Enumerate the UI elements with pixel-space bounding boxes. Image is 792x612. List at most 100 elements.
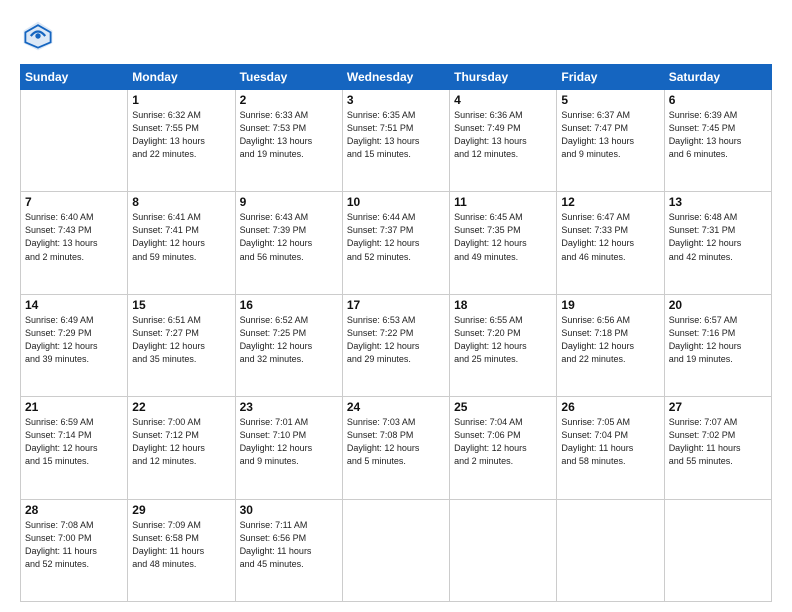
day-info: Sunrise: 7:05 AM Sunset: 7:04 PM Dayligh… bbox=[561, 416, 659, 468]
day-info: Sunrise: 7:07 AM Sunset: 7:02 PM Dayligh… bbox=[669, 416, 767, 468]
day-header-thursday: Thursday bbox=[450, 65, 557, 90]
day-number: 23 bbox=[240, 400, 338, 414]
day-cell bbox=[342, 499, 449, 601]
day-info: Sunrise: 6:40 AM Sunset: 7:43 PM Dayligh… bbox=[25, 211, 123, 263]
week-row-4: 28 Sunrise: 7:08 AM Sunset: 7:00 PM Dayli… bbox=[21, 499, 772, 601]
day-cell: 24Sunrise: 7:03 AM Sunset: 7:08 PM Dayli… bbox=[342, 397, 449, 499]
day-header-sunday: Sunday bbox=[21, 65, 128, 90]
day-cell: 12Sunrise: 6:47 AM Sunset: 7:33 PM Dayli… bbox=[557, 192, 664, 294]
day-cell: 9 Sunrise: 6:43 AM Sunset: 7:39 PM Daylig… bbox=[235, 192, 342, 294]
day-info: Sunrise: 6:37 AM Sunset: 7:47 PM Dayligh… bbox=[561, 109, 659, 161]
logo bbox=[20, 18, 60, 54]
day-info: Sunrise: 6:32 AM Sunset: 7:55 PM Dayligh… bbox=[132, 109, 230, 161]
day-header-saturday: Saturday bbox=[664, 65, 771, 90]
day-header-friday: Friday bbox=[557, 65, 664, 90]
day-cell: 4 Sunrise: 6:36 AM Sunset: 7:49 PM Daylig… bbox=[450, 90, 557, 192]
day-info: Sunrise: 6:44 AM Sunset: 7:37 PM Dayligh… bbox=[347, 211, 445, 263]
day-cell: 18 Sunrise: 6:55 AM Sunset: 7:20 PM Dayli… bbox=[450, 294, 557, 396]
day-info: Sunrise: 6:51 AM Sunset: 7:27 PM Dayligh… bbox=[132, 314, 230, 366]
day-cell: 23 Sunrise: 7:01 AM Sunset: 7:10 PM Dayli… bbox=[235, 397, 342, 499]
day-info: Sunrise: 6:59 AM Sunset: 7:14 PM Dayligh… bbox=[25, 416, 123, 468]
day-number: 2 bbox=[240, 93, 338, 107]
day-info: Sunrise: 7:11 AM Sunset: 6:56 PM Dayligh… bbox=[240, 519, 338, 571]
day-number: 4 bbox=[454, 93, 552, 107]
day-number: 30 bbox=[240, 503, 338, 517]
day-info: Sunrise: 6:55 AM Sunset: 7:20 PM Dayligh… bbox=[454, 314, 552, 366]
day-cell: 30 Sunrise: 7:11 AM Sunset: 6:56 PM Dayli… bbox=[235, 499, 342, 601]
week-row-2: 14 Sunrise: 6:49 AM Sunset: 7:29 PM Dayli… bbox=[21, 294, 772, 396]
day-number: 22 bbox=[132, 400, 230, 414]
day-cell: 25Sunrise: 7:04 AM Sunset: 7:06 PM Dayli… bbox=[450, 397, 557, 499]
day-number: 7 bbox=[25, 195, 123, 209]
day-header-tuesday: Tuesday bbox=[235, 65, 342, 90]
day-cell: 5 Sunrise: 6:37 AM Sunset: 7:47 PM Daylig… bbox=[557, 90, 664, 192]
day-cell: 19Sunrise: 6:56 AM Sunset: 7:18 PM Dayli… bbox=[557, 294, 664, 396]
page: SundayMondayTuesdayWednesdayThursdayFrid… bbox=[0, 0, 792, 612]
day-number: 24 bbox=[347, 400, 445, 414]
day-info: Sunrise: 6:53 AM Sunset: 7:22 PM Dayligh… bbox=[347, 314, 445, 366]
day-number: 27 bbox=[669, 400, 767, 414]
day-cell: 1 Sunrise: 6:32 AM Sunset: 7:55 PM Daylig… bbox=[128, 90, 235, 192]
day-number: 10 bbox=[347, 195, 445, 209]
day-cell: 6Sunrise: 6:39 AM Sunset: 7:45 PM Daylig… bbox=[664, 90, 771, 192]
day-number: 15 bbox=[132, 298, 230, 312]
day-cell: 22 Sunrise: 7:00 AM Sunset: 7:12 PM Dayli… bbox=[128, 397, 235, 499]
day-cell: 28 Sunrise: 7:08 AM Sunset: 7:00 PM Dayli… bbox=[21, 499, 128, 601]
day-cell: 21 Sunrise: 6:59 AM Sunset: 7:14 PM Dayli… bbox=[21, 397, 128, 499]
header bbox=[20, 18, 772, 54]
day-info: Sunrise: 7:08 AM Sunset: 7:00 PM Dayligh… bbox=[25, 519, 123, 571]
day-cell: 27 Sunrise: 7:07 AM Sunset: 7:02 PM Dayli… bbox=[664, 397, 771, 499]
day-info: Sunrise: 6:48 AM Sunset: 7:31 PM Dayligh… bbox=[669, 211, 767, 263]
day-number: 20 bbox=[669, 298, 767, 312]
day-number: 5 bbox=[561, 93, 659, 107]
day-info: Sunrise: 7:01 AM Sunset: 7:10 PM Dayligh… bbox=[240, 416, 338, 468]
day-number: 8 bbox=[132, 195, 230, 209]
day-number: 17 bbox=[347, 298, 445, 312]
day-number: 1 bbox=[132, 93, 230, 107]
day-cell: 16 Sunrise: 6:52 AM Sunset: 7:25 PM Dayli… bbox=[235, 294, 342, 396]
day-cell: 20 Sunrise: 6:57 AM Sunset: 7:16 PM Dayli… bbox=[664, 294, 771, 396]
day-number: 18 bbox=[454, 298, 552, 312]
day-info: Sunrise: 6:36 AM Sunset: 7:49 PM Dayligh… bbox=[454, 109, 552, 161]
day-info: Sunrise: 6:57 AM Sunset: 7:16 PM Dayligh… bbox=[669, 314, 767, 366]
day-header-wednesday: Wednesday bbox=[342, 65, 449, 90]
day-number: 12 bbox=[561, 195, 659, 209]
logo-icon bbox=[20, 18, 56, 54]
day-cell: 13 Sunrise: 6:48 AM Sunset: 7:31 PM Dayli… bbox=[664, 192, 771, 294]
day-info: Sunrise: 6:56 AM Sunset: 7:18 PM Dayligh… bbox=[561, 314, 659, 366]
day-cell: 7 Sunrise: 6:40 AM Sunset: 7:43 PM Daylig… bbox=[21, 192, 128, 294]
week-row-0: 1 Sunrise: 6:32 AM Sunset: 7:55 PM Daylig… bbox=[21, 90, 772, 192]
day-info: Sunrise: 7:09 AM Sunset: 6:58 PM Dayligh… bbox=[132, 519, 230, 571]
day-number: 16 bbox=[240, 298, 338, 312]
day-cell: 3 Sunrise: 6:35 AM Sunset: 7:51 PM Daylig… bbox=[342, 90, 449, 192]
day-number: 29 bbox=[132, 503, 230, 517]
day-number: 14 bbox=[25, 298, 123, 312]
day-number: 13 bbox=[669, 195, 767, 209]
day-number: 21 bbox=[25, 400, 123, 414]
day-info: Sunrise: 6:49 AM Sunset: 7:29 PM Dayligh… bbox=[25, 314, 123, 366]
day-number: 6 bbox=[669, 93, 767, 107]
day-info: Sunrise: 6:33 AM Sunset: 7:53 PM Dayligh… bbox=[240, 109, 338, 161]
day-info: Sunrise: 6:43 AM Sunset: 7:39 PM Dayligh… bbox=[240, 211, 338, 263]
day-cell bbox=[21, 90, 128, 192]
day-cell: 2 Sunrise: 6:33 AM Sunset: 7:53 PM Daylig… bbox=[235, 90, 342, 192]
week-row-1: 7 Sunrise: 6:40 AM Sunset: 7:43 PM Daylig… bbox=[21, 192, 772, 294]
day-number: 25 bbox=[454, 400, 552, 414]
day-cell: 8Sunrise: 6:41 AM Sunset: 7:41 PM Daylig… bbox=[128, 192, 235, 294]
day-number: 28 bbox=[25, 503, 123, 517]
day-info: Sunrise: 6:45 AM Sunset: 7:35 PM Dayligh… bbox=[454, 211, 552, 263]
day-number: 3 bbox=[347, 93, 445, 107]
day-cell: 29 Sunrise: 7:09 AM Sunset: 6:58 PM Dayli… bbox=[128, 499, 235, 601]
day-header-monday: Monday bbox=[128, 65, 235, 90]
day-info: Sunrise: 6:35 AM Sunset: 7:51 PM Dayligh… bbox=[347, 109, 445, 161]
day-cell: 17 Sunrise: 6:53 AM Sunset: 7:22 PM Dayli… bbox=[342, 294, 449, 396]
day-info: Sunrise: 7:00 AM Sunset: 7:12 PM Dayligh… bbox=[132, 416, 230, 468]
day-cell: 11 Sunrise: 6:45 AM Sunset: 7:35 PM Dayli… bbox=[450, 192, 557, 294]
day-cell bbox=[664, 499, 771, 601]
day-cell: 26 Sunrise: 7:05 AM Sunset: 7:04 PM Dayli… bbox=[557, 397, 664, 499]
day-cell: 14 Sunrise: 6:49 AM Sunset: 7:29 PM Dayli… bbox=[21, 294, 128, 396]
day-number: 9 bbox=[240, 195, 338, 209]
day-info: Sunrise: 6:52 AM Sunset: 7:25 PM Dayligh… bbox=[240, 314, 338, 366]
day-number: 11 bbox=[454, 195, 552, 209]
day-number: 26 bbox=[561, 400, 659, 414]
